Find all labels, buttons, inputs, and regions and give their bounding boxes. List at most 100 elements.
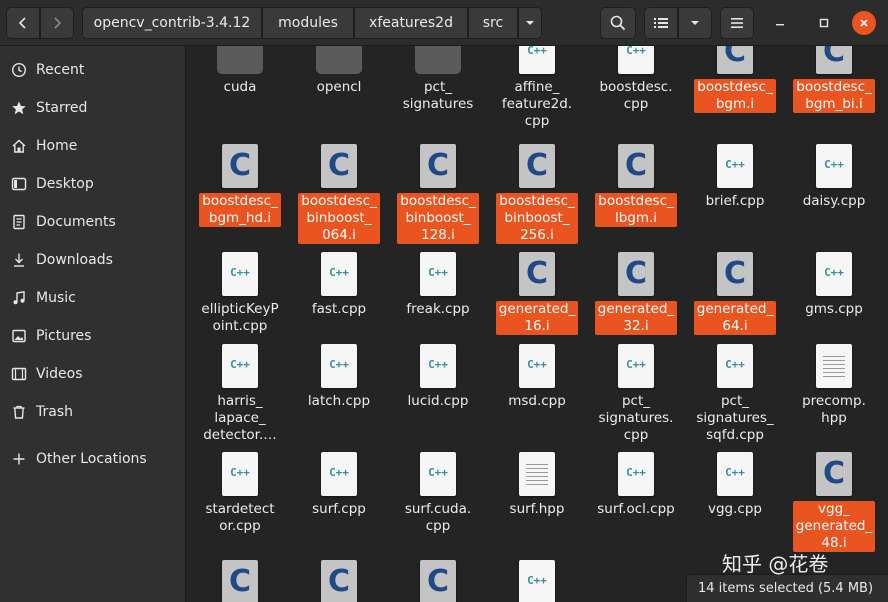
music-icon	[11, 290, 27, 306]
file-item[interactable]: Cboostdesc_ bgm_bi.i	[788, 46, 880, 113]
file-item[interactable]: Cboostdesc_ binboost_ 256.i	[491, 142, 583, 244]
file-item[interactable]: C++pct_ signatures. cpp	[590, 342, 682, 444]
file-item[interactable]: Cvgg_ generated_ 48.i	[788, 450, 880, 552]
file-item[interactable]: C	[392, 558, 484, 602]
file-item[interactable]: C++msd.cpp	[491, 342, 583, 410]
file-item[interactable]: C++surf.ocl.cpp	[590, 450, 682, 518]
file-item[interactable]: C++harris_ lapace_ detector.…	[194, 342, 286, 444]
back-button[interactable]	[6, 7, 40, 39]
sidebar-item-desktop[interactable]: Desktop	[0, 167, 186, 201]
file-item[interactable]: C++daisy.cpp	[788, 142, 880, 210]
c-source-file-icon: C	[813, 450, 855, 498]
file-item[interactable]: C	[293, 558, 385, 602]
text-file-icon	[813, 342, 855, 390]
video-icon	[11, 366, 27, 382]
file-name-label: stardetect or.cpp	[202, 501, 277, 535]
sidebar-item-documents[interactable]: Documents	[0, 205, 186, 239]
cpp-file-icon: C++	[516, 558, 558, 602]
cpp-file-icon: C++	[813, 250, 855, 298]
file-item[interactable]: C++fast.cpp	[293, 250, 385, 318]
c-source-file-icon: C	[219, 558, 261, 602]
folder-item[interactable]: pct_ signatures	[392, 46, 484, 113]
maximize-icon	[819, 18, 829, 28]
c-source-file-icon: C	[516, 250, 558, 298]
file-item[interactable]: C++affine_ feature2d. cpp	[491, 46, 583, 130]
sidebar-item-recent[interactable]: Recent	[0, 53, 186, 87]
forward-button[interactable]	[40, 7, 74, 39]
picture-icon	[11, 328, 27, 344]
folder-icon	[219, 46, 261, 76]
view-options-button[interactable]	[678, 7, 712, 39]
download-icon	[11, 252, 27, 268]
file-item[interactable]: Cboostdesc_ binboost_ 064.i	[293, 142, 385, 244]
file-name-label: fast.cpp	[309, 301, 369, 318]
sidebar-item-music[interactable]: Music	[0, 281, 186, 315]
file-item[interactable]: surf.hpp	[491, 450, 583, 518]
file-item[interactable]: C++vgg.cpp	[689, 450, 781, 518]
file-item[interactable]: C++latch.cpp	[293, 342, 385, 410]
breadcrumb-xfeatures2d[interactable]: xfeatures2d	[354, 7, 468, 39]
sidebar-item-downloads[interactable]: Downloads	[0, 243, 186, 277]
file-name-label: generated_ 32.i	[595, 301, 677, 335]
file-item[interactable]: Cgenerated_ 64.i	[689, 250, 781, 335]
file-item[interactable]: Cgenerated_ 16.i	[491, 250, 583, 335]
file-name-label: pct_ signatures. cpp	[596, 393, 677, 444]
sidebar-item-label: Trash	[36, 404, 73, 420]
file-item[interactable]: C++brief.cpp	[689, 142, 781, 210]
caret-down-icon	[525, 20, 535, 26]
sidebar-item-pictures[interactable]: Pictures	[0, 319, 186, 353]
file-item[interactable]: Cboostdesc_ binboost_ 128.i	[392, 142, 484, 244]
c-source-file-icon: C	[219, 142, 261, 190]
file-item[interactable]: C++ gms.cpp	[788, 250, 880, 318]
file-name-label: gms.cpp	[802, 301, 866, 318]
file-item[interactable]: Cboostdesc_ lbgm.i	[590, 142, 682, 227]
file-item[interactable]: C++stardetect or.cpp	[194, 450, 286, 535]
home-icon	[11, 138, 27, 154]
breadcrumb-menu-button[interactable]	[518, 7, 542, 39]
breadcrumb-src[interactable]: src	[468, 7, 518, 39]
sidebar-item-trash[interactable]: Trash	[0, 395, 186, 429]
sidebar-item-other-locations[interactable]: Other Locations	[0, 442, 186, 476]
file-name-label: surf.ocl.cpp	[594, 501, 678, 518]
list-view-button[interactable]	[644, 7, 678, 39]
plus-icon	[11, 451, 27, 467]
file-item[interactable]: Cboostdesc_ bgm_hd.i	[194, 142, 286, 227]
minimize-icon	[775, 18, 785, 28]
file-item[interactable]: C++freak.cpp	[392, 250, 484, 318]
sidebar-item-starred[interactable]: Starred	[0, 91, 186, 125]
main-menu-button[interactable]	[720, 7, 754, 39]
file-name-label: cuda	[221, 79, 260, 96]
sidebar-item-label: Other Locations	[36, 451, 147, 467]
folder-item[interactable]: opencl	[293, 46, 385, 96]
file-item[interactable]: C++ellipticKeyP oint.cpp	[194, 250, 286, 335]
cpp-file-icon: C++	[318, 342, 360, 390]
file-manager-window: opencv_contrib-3.4.12 modules xfeatures2…	[0, 0, 888, 602]
file-item[interactable]: precomp. hpp	[788, 342, 880, 427]
file-item[interactable]: C++surf.cpp	[293, 450, 385, 518]
status-bar: 14 items selected (5.4 MB)	[686, 574, 888, 602]
folder-item[interactable]: cuda	[194, 46, 286, 96]
file-item[interactable]: C	[194, 558, 286, 602]
file-item[interactable]: C++boostdesc. cpp	[590, 46, 682, 113]
file-name-label: boostdesc_ bgm_bi.i	[793, 79, 875, 113]
breadcrumb-modules[interactable]: modules	[262, 7, 354, 39]
file-item[interactable]: Cgenerated_ 32.i	[590, 250, 682, 335]
file-name-label: boostdesc_ bgm_hd.i	[199, 193, 281, 227]
maximize-button[interactable]	[812, 11, 836, 35]
minimize-button[interactable]	[768, 11, 792, 35]
chevron-left-icon	[18, 16, 28, 30]
file-item[interactable]: C++	[491, 558, 583, 602]
file-name-label: ellipticKeyP oint.cpp	[198, 301, 281, 335]
search-button[interactable]	[600, 7, 636, 39]
file-name-label: freak.cpp	[403, 301, 472, 318]
close-button[interactable]	[852, 11, 876, 35]
c-source-file-icon: C	[714, 46, 756, 76]
sidebar-item-home[interactable]: Home	[0, 129, 186, 163]
file-item[interactable]: C++lucid.cpp	[392, 342, 484, 410]
file-name-label: boostdesc_ lbgm.i	[595, 193, 677, 227]
breadcrumb-opencv-contrib[interactable]: opencv_contrib-3.4.12	[82, 7, 262, 39]
file-item[interactable]: C++surf.cuda. cpp	[392, 450, 484, 535]
sidebar-item-videos[interactable]: Videos	[0, 357, 186, 391]
file-item[interactable]: Cboostdesc_ bgm.i	[689, 46, 781, 113]
file-item[interactable]: C++pct_ signatures_ sqfd.cpp	[689, 342, 781, 444]
